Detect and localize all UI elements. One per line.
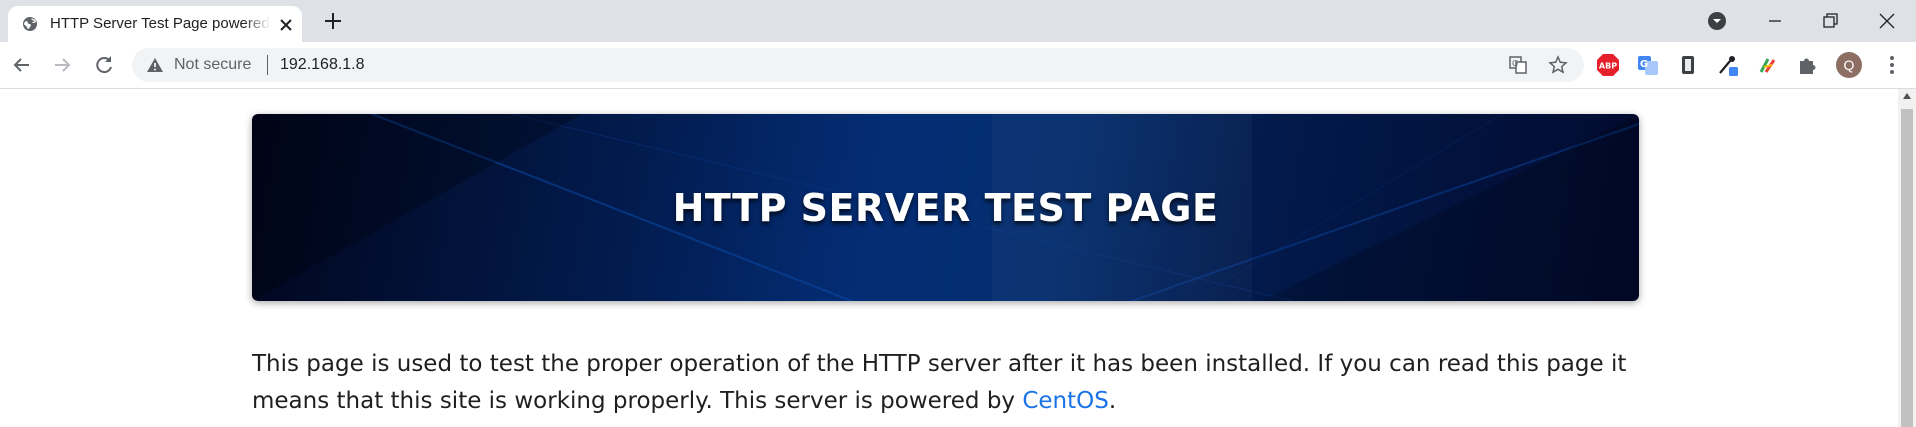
profile-avatar[interactable]: Q (1836, 52, 1862, 78)
adblock-label: ABP (1599, 62, 1617, 71)
forward-icon[interactable] (48, 51, 76, 79)
adblock-plus-icon[interactable]: ABP (1596, 53, 1620, 77)
restore-icon[interactable] (1815, 6, 1845, 36)
tab-title: HTTP Server Test Page powered by CentOS (50, 15, 270, 32)
intro-paragraph: This page is used to test the proper ope… (252, 346, 1652, 420)
translate-icon[interactable]: G (1508, 55, 1528, 75)
svg-text:G: G (1640, 59, 1648, 70)
extensions-puzzle-icon[interactable] (1796, 53, 1820, 77)
color-picker-icon[interactable] (1716, 53, 1740, 77)
drawing-extension-icon[interactable] (1756, 53, 1780, 77)
globe-icon (23, 17, 37, 31)
hero-banner: HTTP SERVER TEST PAGE (252, 114, 1639, 301)
google-translate-extension-icon[interactable]: G (1636, 53, 1660, 77)
close-window-icon[interactable] (1872, 6, 1902, 36)
svg-text:G: G (1512, 59, 1518, 68)
tab-search-icon[interactable] (1702, 6, 1732, 36)
address-bar[interactable]: Not secure 192.168.1.8 G (132, 48, 1584, 82)
reload-icon[interactable] (90, 51, 118, 79)
bookmark-star-icon[interactable] (1548, 55, 1568, 75)
scroll-up-arrow-icon[interactable] (1903, 93, 1911, 99)
intro-end: . (1108, 388, 1117, 414)
warning-icon[interactable] (146, 57, 164, 73)
vertical-scrollbar[interactable] (1898, 89, 1916, 427)
url-text[interactable]: 192.168.1.8 (280, 56, 365, 74)
minimize-icon[interactable] (1760, 6, 1790, 36)
hero-title: HTTP SERVER TEST PAGE (672, 185, 1219, 230)
screenshot-extension-icon[interactable] (1676, 53, 1700, 77)
security-label[interactable]: Not secure (174, 56, 251, 74)
scrollbar-thumb[interactable] (1901, 109, 1913, 427)
centos-link[interactable]: CentOS (1022, 388, 1109, 414)
browser-tab[interactable]: HTTP Server Test Page powered by CentOS (8, 6, 302, 42)
page-content: HTTP SERVER TEST PAGE This page is used … (0, 89, 1898, 427)
close-tab-icon[interactable] (278, 17, 294, 33)
browser-toolbar: Not secure 192.168.1.8 G ABP G Q (0, 42, 1916, 89)
intro-text: This page is used to test the proper ope… (252, 351, 1627, 414)
tab-strip: HTTP Server Test Page powered by CentOS (0, 0, 1916, 42)
separator (267, 55, 268, 75)
new-tab-icon[interactable] (322, 10, 344, 32)
back-icon[interactable] (8, 51, 36, 79)
menu-kebab-icon[interactable] (1880, 53, 1904, 77)
